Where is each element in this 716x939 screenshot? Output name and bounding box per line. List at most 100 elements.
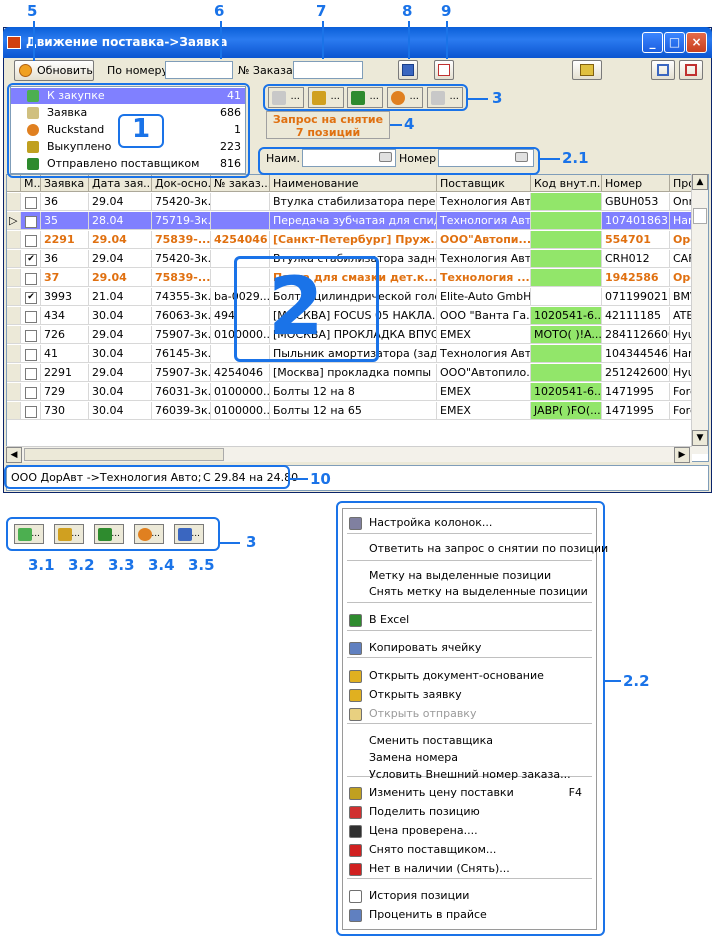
- table-cell[interactable]: 37: [41, 269, 89, 287]
- table-cell[interactable]: [531, 212, 602, 230]
- table-cell[interactable]: 41: [41, 345, 89, 363]
- table-cell[interactable]: [211, 193, 270, 211]
- menu-item[interactable]: Изменить цену поставки F4: [343, 784, 596, 801]
- table-cell[interactable]: Болты 12 на 65: [270, 402, 437, 420]
- table-cell[interactable]: [531, 269, 602, 287]
- table-cell[interactable]: 75420-3к...: [152, 250, 211, 268]
- table-cell[interactable]: 74355-3к...: [152, 288, 211, 306]
- table-cell[interactable]: ООО"Автопи...: [437, 231, 531, 249]
- table-cell[interactable]: Технология Авто: [437, 250, 531, 268]
- table-cell[interactable]: 29.04: [89, 193, 152, 211]
- table-cell[interactable]: 42111185: [602, 307, 670, 325]
- table-cell[interactable]: Передача зубчатая для спидо...: [270, 212, 437, 230]
- table-cell[interactable]: 76031-3к...: [152, 383, 211, 401]
- horizontal-scrollbar[interactable]: ◀ ▶: [6, 446, 692, 463]
- tools-button[interactable]: [572, 60, 602, 80]
- table-row[interactable]: 2291 29.04 75839-... 4254046 [Санкт-Петербур…: [7, 231, 695, 249]
- table-cell[interactable]: 29.04: [89, 364, 152, 382]
- table-cell[interactable]: 36: [41, 193, 89, 211]
- table-cell[interactable]: 104344546: [602, 345, 670, 363]
- scroll-up-button[interactable]: ▲: [692, 174, 708, 190]
- table-cell[interactable]: 75420-3к...: [152, 193, 211, 211]
- scroll-thumb[interactable]: [693, 208, 707, 224]
- menu-item[interactable]: Нет в наличии (Снять)...: [343, 860, 596, 877]
- table-cell[interactable]: 75907-3к...: [152, 364, 211, 382]
- menu-item[interactable]: Сменить поставщика: [343, 732, 596, 749]
- table-cell[interactable]: 21.04: [89, 288, 152, 306]
- row-checkbox[interactable]: [25, 349, 37, 361]
- menu-item[interactable]: Снять метку на выделенные позиции: [343, 583, 596, 600]
- table-cell[interactable]: 30.04: [89, 383, 152, 401]
- table-cell[interactable]: 30.04: [89, 345, 152, 363]
- row-checkbox[interactable]: [25, 197, 37, 209]
- table-cell[interactable]: 729: [41, 383, 89, 401]
- table-cell[interactable]: 554701: [602, 231, 670, 249]
- close-button[interactable]: ×: [686, 32, 707, 53]
- table-cell[interactable]: Технология ...: [437, 269, 531, 287]
- menu-item[interactable]: Открыть отправку: [343, 705, 596, 722]
- table-cell[interactable]: 29.04: [89, 269, 152, 287]
- menu-item[interactable]: Поделить позицию: [343, 803, 596, 820]
- menu-item[interactable]: Настройка колонок...: [343, 514, 596, 531]
- table-row[interactable]: 229129.0475907-3к...4254046[Москва] прок…: [7, 364, 695, 382]
- table-cell[interactable]: 30.04: [89, 402, 152, 420]
- row-checkbox[interactable]: [25, 235, 37, 247]
- table-cell[interactable]: 0100000...: [211, 383, 270, 401]
- table-cell[interactable]: 730: [41, 402, 89, 420]
- table-cell[interactable]: 1471995: [602, 402, 670, 420]
- menu-item[interactable]: Открыть заявку: [343, 686, 596, 703]
- exit-button[interactable]: [679, 60, 703, 80]
- table-cell[interactable]: [Санкт-Петербург] Пруж...: [270, 231, 437, 249]
- scroll-thumb[interactable]: [24, 448, 224, 461]
- table-cell[interactable]: 29.04: [89, 326, 152, 344]
- print-button[interactable]: [434, 60, 454, 80]
- table-cell[interactable]: [531, 345, 602, 363]
- table-cell[interactable]: Elite-Auto GmbH: [437, 288, 531, 306]
- table-cell[interactable]: 726: [41, 326, 89, 344]
- table-cell[interactable]: [Москва] прокладка помпы: [270, 364, 437, 382]
- column-header[interactable]: Номер: [602, 175, 670, 192]
- table-cell[interactable]: 35: [41, 212, 89, 230]
- windows-button[interactable]: [651, 60, 675, 80]
- table-cell[interactable]: ООО"Автопило...: [437, 364, 531, 382]
- table-cell[interactable]: 76039-3к...: [152, 402, 211, 420]
- table-cell[interactable]: 76063-3к...: [152, 307, 211, 325]
- table-cell[interactable]: 75907-3к...: [152, 326, 211, 344]
- table-row[interactable]: 72930.0476031-3к...0100000...Болты 12 на…: [7, 383, 695, 401]
- table-cell[interactable]: [531, 288, 602, 306]
- scroll-down-button[interactable]: ▼: [692, 430, 708, 446]
- table-cell[interactable]: [531, 193, 602, 211]
- table-cell[interactable]: [211, 212, 270, 230]
- menu-item[interactable]: История позиции: [343, 887, 596, 904]
- row-checkbox[interactable]: [25, 216, 37, 228]
- table-cell[interactable]: 4254046: [211, 231, 270, 249]
- row-checkbox[interactable]: [25, 387, 37, 399]
- table-cell[interactable]: JABP( )FO(...: [531, 402, 602, 420]
- table-cell[interactable]: 1942586: [602, 269, 670, 287]
- table-cell[interactable]: CRH012: [602, 250, 670, 268]
- table-cell[interactable]: 3993: [41, 288, 89, 306]
- table-cell[interactable]: 29.04: [89, 231, 152, 249]
- menu-item[interactable]: Снято поставщиком...: [343, 841, 596, 858]
- table-row[interactable]: 73030.0476039-3к...0100000...Болты 12 на…: [7, 402, 695, 420]
- table-row[interactable]: ▷ 3528.0475719-3к... Передача зубчатая для…: [7, 212, 695, 230]
- table-cell[interactable]: 28.04: [89, 212, 152, 230]
- table-cell[interactable]: 434: [41, 307, 89, 325]
- table-cell[interactable]: 1471995: [602, 383, 670, 401]
- table-cell[interactable]: 36: [41, 250, 89, 268]
- table-row[interactable]: 3629.0475420-3к... Втулка стабилизатора п…: [7, 193, 695, 211]
- table-cell[interactable]: [531, 231, 602, 249]
- table-cell[interactable]: ООО "Ванта Га...: [437, 307, 531, 325]
- removal-request-button[interactable]: Запрос на снятие 7 позиций: [266, 111, 390, 139]
- row-checkbox[interactable]: [25, 273, 37, 285]
- table-cell[interactable]: 107401863: [602, 212, 670, 230]
- table-cell[interactable]: 30.04: [89, 307, 152, 325]
- scroll-left-button[interactable]: ◀: [6, 447, 22, 463]
- table-cell[interactable]: 75719-3к...: [152, 212, 211, 230]
- table-cell[interactable]: EMEX: [437, 326, 531, 344]
- table-cell[interactable]: GBUH053: [602, 193, 670, 211]
- order-no-input[interactable]: [293, 61, 363, 79]
- row-checkbox[interactable]: [25, 406, 37, 418]
- table-cell[interactable]: EMEX: [437, 402, 531, 420]
- table-cell[interactable]: 0100000...: [211, 402, 270, 420]
